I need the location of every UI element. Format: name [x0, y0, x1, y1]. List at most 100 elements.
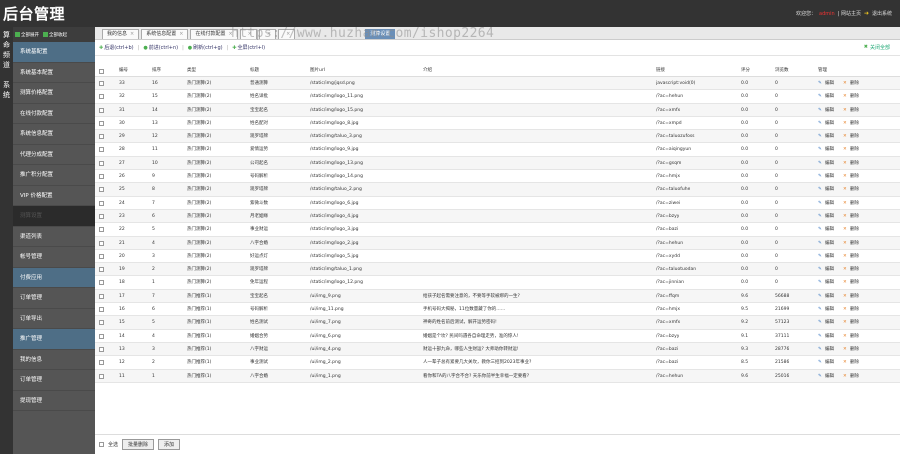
sidebar-item[interactable]: 代理分成配置 — [13, 145, 95, 165]
edit-button[interactable]: 编辑 — [825, 170, 834, 183]
row-checkbox[interactable] — [99, 333, 104, 339]
row-checkbox[interactable] — [99, 360, 104, 366]
sidebar-item[interactable]: 推广积分配置 — [13, 165, 95, 186]
delete-icon[interactable]: ✕ — [843, 90, 847, 103]
row-checkbox[interactable] — [99, 253, 104, 259]
sidebar-item[interactable]: 提现管理 — [13, 391, 95, 411]
collapse-all-button[interactable]: 全部收起 — [43, 32, 67, 38]
edit-icon[interactable]: ✎ — [818, 170, 822, 183]
edit-button[interactable]: 编辑 — [825, 143, 834, 156]
sidebar-item[interactable]: 付费应用 — [13, 267, 95, 288]
edit-icon[interactable]: ✎ — [818, 370, 822, 383]
row-checkbox[interactable] — [99, 307, 104, 313]
delete-icon[interactable]: ✕ — [843, 210, 847, 223]
delete-icon[interactable]: ✕ — [843, 117, 847, 130]
sidebar-item[interactable]: 帐号管理 — [13, 247, 95, 268]
edit-icon[interactable]: ✎ — [818, 183, 822, 196]
edit-icon[interactable]: ✎ — [818, 117, 822, 130]
tab-item[interactable]: 系统信息配置 × — [141, 29, 189, 39]
edit-button[interactable]: 编辑 — [825, 356, 834, 369]
edit-button[interactable]: 编辑 — [825, 90, 834, 103]
edit-button[interactable]: 编辑 — [825, 263, 834, 276]
edit-icon[interactable]: ✎ — [818, 343, 822, 356]
edit-icon[interactable]: ✎ — [818, 276, 822, 289]
delete-icon[interactable]: ✕ — [843, 104, 847, 117]
sidebar-item[interactable]: 系统基本配置 — [13, 63, 95, 83]
edit-button[interactable]: 编辑 — [825, 223, 834, 236]
tab-item[interactable]: 我的信息 × — [102, 29, 140, 39]
delete-button[interactable]: 删除 — [850, 330, 859, 343]
sidebar-item[interactable]: 测算设置 — [13, 206, 95, 227]
delete-icon[interactable]: ✕ — [843, 77, 847, 90]
delete-icon[interactable]: ✕ — [843, 157, 847, 170]
edit-button[interactable]: 编辑 — [825, 237, 834, 250]
delete-icon[interactable]: ✕ — [843, 143, 847, 156]
edit-button[interactable]: 编辑 — [825, 276, 834, 289]
delete-icon[interactable]: ✕ — [843, 183, 847, 196]
edit-icon[interactable]: ✎ — [818, 90, 822, 103]
sidebar-item[interactable]: 在线付款配置 — [13, 104, 95, 124]
row-checkbox[interactable] — [99, 94, 104, 100]
edit-button[interactable]: 编辑 — [825, 370, 834, 383]
sidebar-item[interactable]: 订单管理 — [13, 288, 95, 309]
delete-icon[interactable]: ✕ — [843, 276, 847, 289]
edit-icon[interactable]: ✎ — [818, 130, 822, 143]
row-checkbox[interactable] — [99, 147, 104, 153]
delete-button[interactable]: 删除 — [850, 183, 859, 196]
edit-icon[interactable]: ✎ — [818, 104, 822, 117]
row-checkbox[interactable] — [99, 293, 104, 299]
edit-icon[interactable]: ✎ — [818, 263, 822, 276]
delete-icon[interactable]: ✕ — [843, 290, 847, 303]
edit-icon[interactable]: ✎ — [818, 197, 822, 210]
row-checkbox[interactable] — [99, 107, 104, 113]
delete-icon[interactable]: ✕ — [843, 356, 847, 369]
select-all-header-checkbox[interactable] — [99, 69, 104, 74]
edit-icon[interactable]: ✎ — [818, 237, 822, 250]
row-checkbox[interactable] — [99, 160, 104, 166]
delete-button[interactable]: 删除 — [850, 170, 859, 183]
edit-button[interactable]: 编辑 — [825, 157, 834, 170]
channel-label[interactable]: 算命频道 系统 — [0, 30, 13, 100]
expand-all-button[interactable]: 全部展开 — [15, 32, 39, 38]
row-checkbox[interactable] — [99, 280, 104, 286]
delete-icon[interactable]: ✕ — [843, 223, 847, 236]
edit-icon[interactable]: ✎ — [818, 330, 822, 343]
sidebar-item[interactable]: 订单管理 — [13, 370, 95, 391]
edit-icon[interactable]: ✎ — [818, 290, 822, 303]
edit-icon[interactable]: ✎ — [818, 210, 822, 223]
sidebar-item[interactable]: 我的信息 — [13, 350, 95, 370]
row-checkbox[interactable] — [99, 200, 104, 206]
tab-close-icon[interactable]: × — [130, 31, 134, 37]
row-checkbox[interactable] — [99, 120, 104, 126]
delete-button[interactable]: 删除 — [850, 263, 859, 276]
exit-icon[interactable]: ➜ — [864, 10, 869, 17]
sidebar-item[interactable]: VIP 价格配置 — [13, 186, 95, 206]
row-checkbox[interactable] — [99, 320, 104, 326]
edit-icon[interactable]: ✎ — [818, 223, 822, 236]
row-checkbox[interactable] — [99, 134, 104, 140]
edit-button[interactable]: 编辑 — [825, 290, 834, 303]
delete-button[interactable]: 删除 — [850, 143, 859, 156]
edit-button[interactable]: 编辑 — [825, 183, 834, 196]
edit-icon[interactable]: ✎ — [818, 157, 822, 170]
delete-icon[interactable]: ✕ — [843, 170, 847, 183]
delete-icon[interactable]: ✕ — [843, 370, 847, 383]
sidebar-item[interactable]: 订单导出 — [13, 309, 95, 329]
delete-button[interactable]: 删除 — [850, 290, 859, 303]
delete-button[interactable]: 删除 — [850, 157, 859, 170]
edit-icon[interactable]: ✎ — [818, 316, 822, 329]
row-checkbox[interactable] — [99, 174, 104, 180]
home-link[interactable]: | 网站主页 — [838, 10, 861, 17]
delete-button[interactable]: 删除 — [850, 356, 859, 369]
edit-button[interactable]: 编辑 — [825, 303, 834, 316]
row-checkbox[interactable] — [99, 240, 104, 246]
delete-button[interactable]: 删除 — [850, 223, 859, 236]
select-all-checkbox[interactable] — [99, 442, 104, 447]
delete-button[interactable]: 删除 — [850, 250, 859, 263]
delete-icon[interactable]: ✕ — [843, 316, 847, 329]
edit-button[interactable]: 编辑 — [825, 197, 834, 210]
back-button[interactable]: ✚ 后退(ctrl+b) — [99, 44, 134, 52]
delete-button[interactable]: 删除 — [850, 210, 859, 223]
add-button[interactable]: 添加 — [158, 439, 181, 450]
edit-button[interactable]: 编辑 — [825, 330, 834, 343]
